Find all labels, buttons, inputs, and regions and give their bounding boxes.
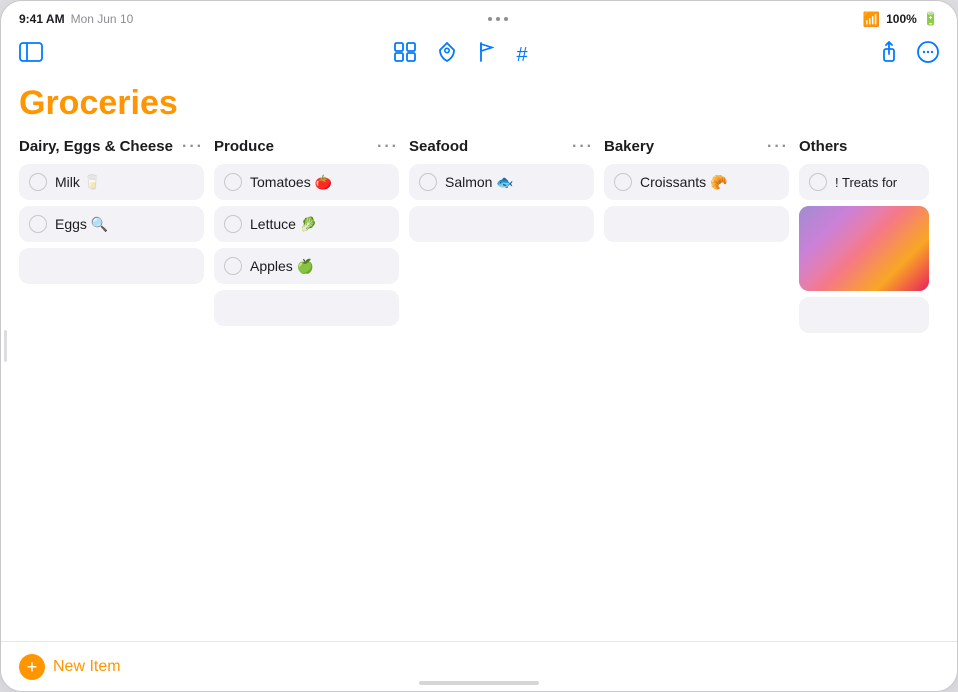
column-others: Others ! Treats for [799, 138, 929, 339]
item-checkbox[interactable] [29, 173, 47, 191]
status-right: 📶 100% 🔋 [863, 11, 939, 28]
item-text: Milk 🥛 [55, 174, 194, 191]
list-item[interactable]: Eggs 🔍 [19, 206, 204, 242]
list-item[interactable]: ! Treats for [799, 164, 929, 200]
sidebar-edge [4, 330, 7, 362]
battery-label: 100% [886, 12, 917, 26]
main-content: Groceries Dairy, Eggs & Cheese ··· Milk … [1, 77, 957, 663]
treats-image-card [799, 206, 929, 291]
status-bar: 9:41 AM Mon Jun 10 📶 100% 🔋 [1, 1, 957, 33]
column-menu-seafood[interactable]: ··· [572, 138, 594, 156]
column-title-seafood: Seafood [409, 138, 468, 156]
column-title-others: Others [799, 138, 847, 156]
column-header-seafood: Seafood ··· [409, 138, 594, 156]
wifi-icon: 📶 [863, 11, 880, 28]
item-text: Apples 🍏 [250, 258, 389, 275]
column-bakery: Bakery ··· Croissants 🥐 [604, 138, 789, 248]
toolbar: # [1, 33, 957, 77]
item-checkbox[interactable] [224, 173, 242, 191]
item-empty-dairy [19, 248, 204, 284]
item-empty-bakery [604, 206, 789, 242]
column-seafood: Seafood ··· Salmon 🐟 [409, 138, 594, 248]
item-empty-seafood [409, 206, 594, 242]
item-checkbox[interactable] [419, 173, 437, 191]
ipad-frame: 9:41 AM Mon Jun 10 📶 100% 🔋 [0, 0, 958, 692]
column-header-produce: Produce ··· [214, 138, 399, 156]
new-item-button[interactable]: + New Item [19, 654, 121, 680]
column-menu-bakery[interactable]: ··· [767, 138, 789, 156]
item-checkbox[interactable] [224, 257, 242, 275]
grid-icon[interactable] [394, 42, 416, 68]
toolbar-left [19, 42, 43, 68]
list-item[interactable]: Lettuce 🥬 [214, 206, 399, 242]
sidebar-toggle-icon[interactable] [19, 42, 43, 68]
status-time: 9:41 AM [19, 12, 65, 26]
hash-icon[interactable]: # [516, 44, 527, 67]
toolbar-center: # [394, 42, 527, 68]
column-title-produce: Produce [214, 138, 274, 156]
battery-icon: 🔋 [923, 11, 939, 27]
location-icon[interactable] [438, 42, 456, 68]
item-checkbox[interactable] [29, 215, 47, 233]
item-checkbox[interactable] [614, 173, 632, 191]
list-item[interactable]: Tomatoes 🍅 [214, 164, 399, 200]
column-dairy: Dairy, Eggs & Cheese ··· Milk 🥛 Eggs 🔍 [19, 138, 204, 290]
status-dots [488, 17, 508, 21]
column-produce: Produce ··· Tomatoes 🍅 Lettuce 🥬 Apples … [214, 138, 399, 332]
new-item-plus-circle: + [19, 654, 45, 680]
column-menu-dairy[interactable]: ··· [182, 138, 204, 156]
columns-container: Dairy, Eggs & Cheese ··· Milk 🥛 Eggs 🔍 P… [19, 138, 939, 339]
column-menu-produce[interactable]: ··· [377, 138, 399, 156]
home-indicator [419, 681, 539, 685]
list-item[interactable]: Apples 🍏 [214, 248, 399, 284]
list-item[interactable]: Salmon 🐟 [409, 164, 594, 200]
plus-icon: + [27, 658, 38, 676]
column-header-others: Others [799, 138, 929, 156]
column-header-bakery: Bakery ··· [604, 138, 789, 156]
more-icon[interactable] [917, 41, 939, 69]
item-empty-produce [214, 290, 399, 326]
item-checkbox[interactable] [224, 215, 242, 233]
list-item[interactable]: Milk 🥛 [19, 164, 204, 200]
item-text: Salmon 🐟 [445, 174, 584, 191]
page-title: Groceries [19, 85, 939, 122]
column-title-dairy: Dairy, Eggs & Cheese [19, 138, 173, 156]
item-text: ! Treats for [835, 175, 919, 190]
item-text: Croissants 🥐 [640, 174, 779, 191]
column-title-bakery: Bakery [604, 138, 654, 156]
list-item[interactable]: Croissants 🥐 [604, 164, 789, 200]
item-empty-others [799, 297, 929, 333]
flag-icon[interactable] [478, 42, 494, 68]
new-item-label: New Item [53, 658, 121, 676]
toolbar-right [879, 41, 939, 69]
item-text: Eggs 🔍 [55, 216, 194, 233]
status-date: Mon Jun 10 [71, 12, 134, 26]
item-text: Lettuce 🥬 [250, 216, 389, 233]
column-header-dairy: Dairy, Eggs & Cheese ··· [19, 138, 204, 156]
item-text: Tomatoes 🍅 [250, 174, 389, 191]
share-icon[interactable] [879, 41, 899, 69]
item-checkbox[interactable] [809, 173, 827, 191]
